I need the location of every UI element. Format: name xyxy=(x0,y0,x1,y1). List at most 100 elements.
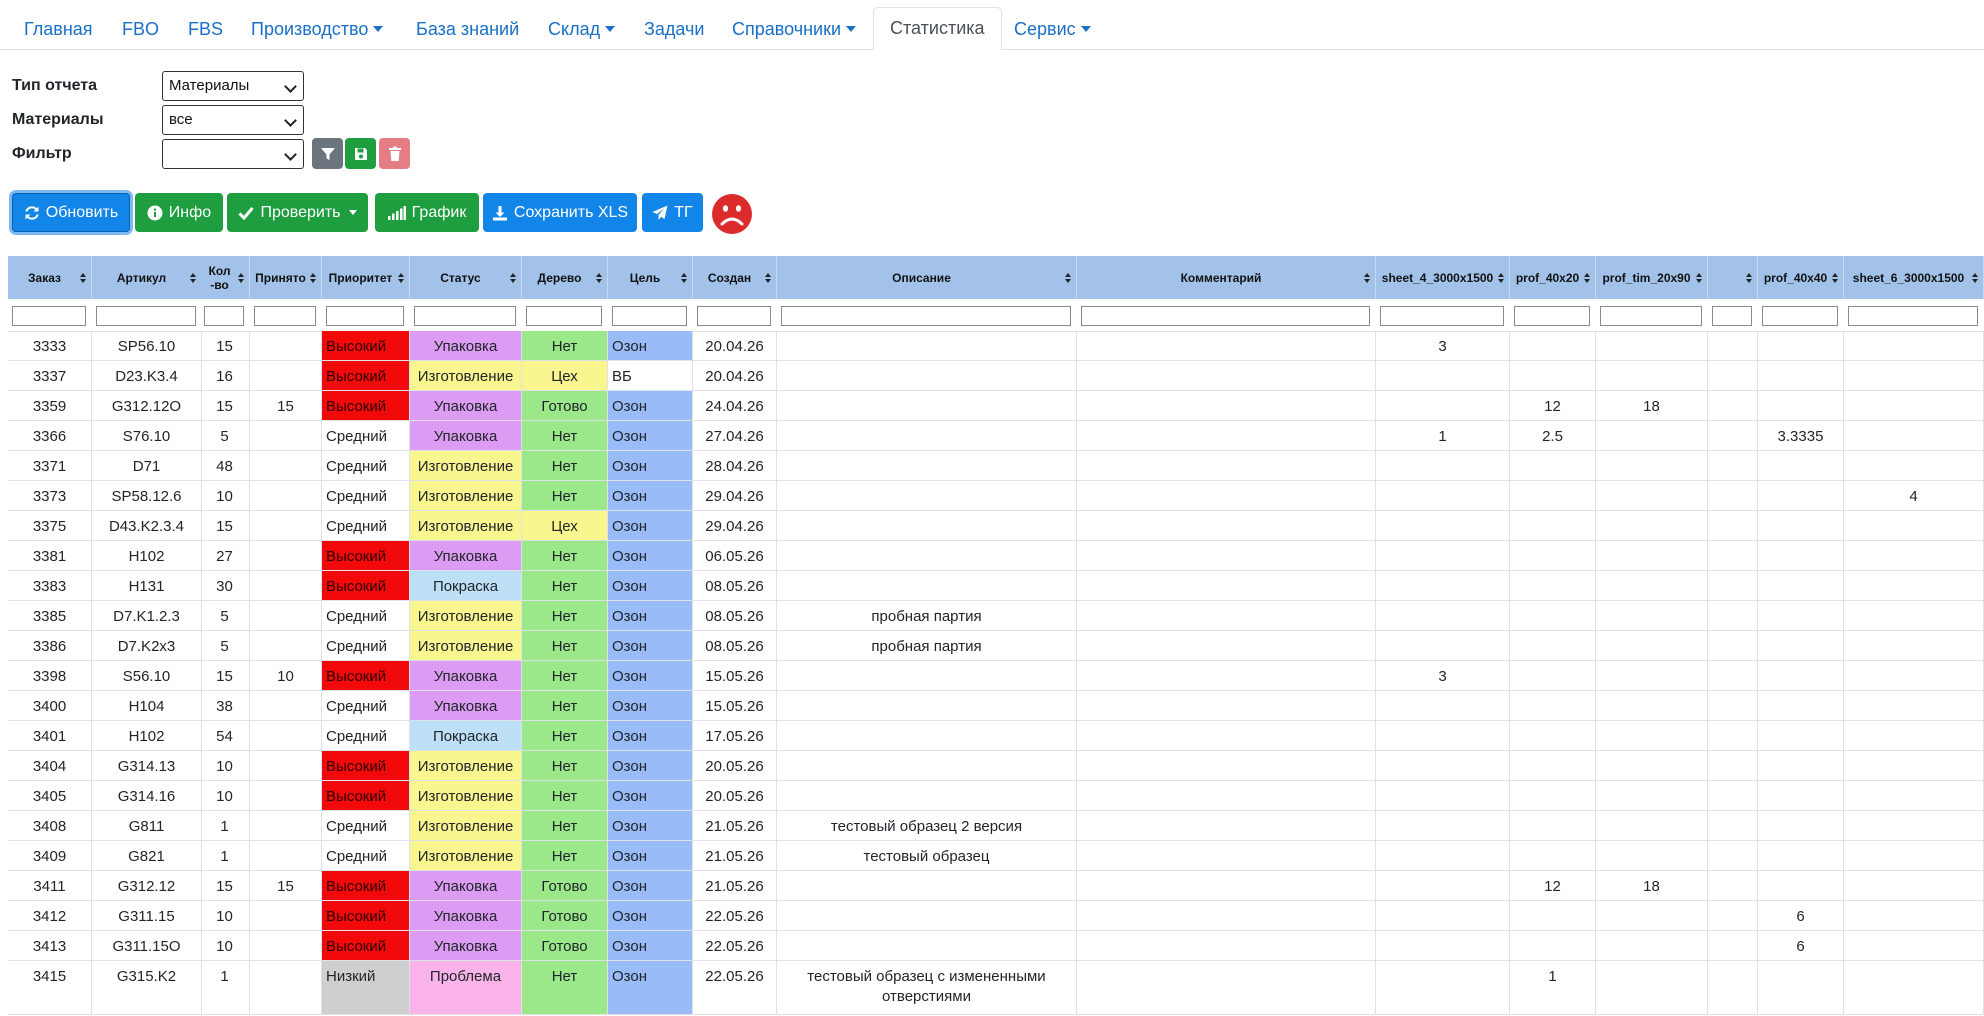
refresh-button[interactable]: Обновить xyxy=(12,193,130,232)
column-header-accepted[interactable]: Принято xyxy=(250,256,322,299)
column-filter-input-order[interactable] xyxy=(12,306,86,326)
column-header-article[interactable]: Артикул xyxy=(92,256,202,299)
check-dropdown-button[interactable]: Проверить xyxy=(227,193,368,232)
column-header-sheet-6[interactable]: sheet_6_3000x1500 xyxy=(1844,256,1984,299)
apply-filter-button[interactable] xyxy=(312,138,343,169)
table-row[interactable]: 3405 G314.16 10 Высокий Изготовление Нет Озон 2… xyxy=(8,781,1984,811)
column-filter-input-prof-40x20[interactable] xyxy=(1514,306,1590,326)
cell-accepted xyxy=(250,541,322,571)
table-row[interactable]: 3409 G821 1 Средний Изготовление Нет Озон 21.05… xyxy=(8,841,1984,871)
table-row[interactable]: 3337 D23.K3.4 16 Высокий Изготовление Цех ВБ 20… xyxy=(8,361,1984,391)
column-filter-input-article[interactable] xyxy=(96,306,196,326)
column-header-blank[interactable] xyxy=(1708,256,1758,299)
materials-select[interactable]: все xyxy=(162,105,304,135)
column-header-prof-tim-20x90[interactable]: prof_tim_20x90 xyxy=(1596,256,1708,299)
cell-priority: Высокий xyxy=(322,901,410,931)
cell-description xyxy=(777,721,1077,751)
nav-fbs[interactable]: FBS xyxy=(176,8,235,50)
column-header-priority[interactable]: Приоритет xyxy=(322,256,410,299)
trash-icon xyxy=(388,146,401,161)
column-filter-input-prof-40x40[interactable] xyxy=(1762,306,1838,326)
cell-blank xyxy=(1708,781,1758,811)
save-filter-button[interactable] xyxy=(345,138,376,169)
nav-knowledge-base[interactable]: База знаний xyxy=(404,8,531,50)
table-row[interactable]: 3411 G312.12 15 15 Высокий Упаковка Готово Озон… xyxy=(8,871,1984,901)
table-row[interactable]: 3371 D71 48 Средний Изготовление Нет Озон 28.04… xyxy=(8,451,1984,481)
column-filter-input-tree[interactable] xyxy=(526,306,602,326)
telegram-button[interactable]: ТГ xyxy=(642,193,703,232)
info-button[interactable]: Инфо xyxy=(135,193,223,232)
column-header-label: Статус xyxy=(440,270,481,285)
cell-order: 3405 xyxy=(8,781,92,811)
column-filter-input-sheet-6[interactable] xyxy=(1848,306,1978,326)
column-header-prof-40x20[interactable]: prof_40x20 xyxy=(1510,256,1596,299)
table-row[interactable]: 3400 H104 38 Средний Упаковка Нет Озон 15.05.26 xyxy=(8,691,1984,721)
table-row[interactable]: 3385 D7.K1.2.3 5 Средний Изготовление Нет Озон… xyxy=(8,601,1984,631)
materials-value: все xyxy=(169,111,193,128)
column-filter-input-accepted[interactable] xyxy=(254,306,316,326)
column-header-qty[interactable]: Кол-во xyxy=(200,256,250,299)
cell-sheet-6 xyxy=(1844,451,1984,481)
column-filter-input-description[interactable] xyxy=(781,306,1071,326)
table-row[interactable]: 3404 G314.13 10 Высокий Изготовление Нет Озон 2… xyxy=(8,751,1984,781)
cell-status: Изготовление xyxy=(410,751,522,781)
table-row[interactable]: 3366 S76.10 5 Средний Упаковка Нет Озон 27.04.2… xyxy=(8,421,1984,451)
table-row[interactable]: 3413 G311.15О 10 Высокий Упаковка Готово Озон 2… xyxy=(8,931,1984,961)
column-filter-input-created[interactable] xyxy=(697,306,771,326)
table-row[interactable]: 3415 G315.K2 1 Низкий Проблема Нет Озон 22.05.2… xyxy=(8,961,1984,1015)
table-row[interactable]: 3383 H131 30 Высокий Покраска Нет Озон 08.05.26 xyxy=(8,571,1984,601)
report-type-select[interactable]: Материалы xyxy=(162,71,304,101)
column-header-status[interactable]: Статус xyxy=(410,256,522,299)
column-filter-input-priority[interactable] xyxy=(326,306,404,326)
table-row[interactable]: 3359 G312.12О 15 15 Высокий Упаковка Готово Озо… xyxy=(8,391,1984,421)
column-header-comment[interactable]: Комментарий xyxy=(1077,256,1376,299)
table-row[interactable]: 3398 S56.10 15 10 Высокий Упаковка Нет Озон 15.0… xyxy=(8,661,1984,691)
column-header-prof-40x40[interactable]: prof_40x40 xyxy=(1758,256,1844,299)
chart-button[interactable]: График xyxy=(375,193,479,232)
column-header-created[interactable]: Создан xyxy=(693,256,777,299)
delete-filter-button[interactable] xyxy=(379,138,410,169)
nav-references[interactable]: Справочники xyxy=(720,8,868,50)
nav-warehouse[interactable]: Склад xyxy=(536,8,627,50)
cell-created: 24.04.26 xyxy=(693,391,777,421)
nav-statistics[interactable]: Статистика xyxy=(873,7,1002,50)
column-filter-input-comment[interactable] xyxy=(1081,306,1370,326)
cell-status: Упаковка xyxy=(410,901,522,931)
cell-created: 20.05.26 xyxy=(693,751,777,781)
cell-order: 3359 xyxy=(8,391,92,421)
column-header-tree[interactable]: Дерево xyxy=(522,256,608,299)
column-header-order[interactable]: Заказ xyxy=(8,256,92,299)
table-row[interactable]: 3386 D7.K2x3 5 Средний Изготовление Нет Озон 08… xyxy=(8,631,1984,661)
table-row[interactable]: 3373 SP58.12.6 10 Средний Изготовление Нет Озо… xyxy=(8,481,1984,511)
column-filter-input-blank[interactable] xyxy=(1712,306,1752,326)
cell-prof-40x20 xyxy=(1510,541,1596,571)
table-row[interactable]: 3412 G311.15 10 Высокий Упаковка Готово Озон 22… xyxy=(8,901,1984,931)
table-row[interactable]: 3381 H102 27 Высокий Упаковка Нет Озон 06.05.26 xyxy=(8,541,1984,571)
column-header-label: Кол-во xyxy=(208,263,231,292)
column-filter-input-status[interactable] xyxy=(414,306,516,326)
table-row[interactable]: 3333 SP56.10 15 Высокий Упаковка Нет Озон 20.04… xyxy=(8,331,1984,361)
sort-icon xyxy=(80,273,86,283)
cell-target: Озон xyxy=(608,391,693,421)
table-row[interactable]: 3375 D43.K2.3.4 15 Средний Изготовление Цех Оз… xyxy=(8,511,1984,541)
table-row[interactable]: 3408 G811 1 Средний Изготовление Нет Озон 21.05… xyxy=(8,811,1984,841)
column-header-sheet-4[interactable]: sheet_4_3000x1500 xyxy=(1376,256,1510,299)
column-filter-input-qty[interactable] xyxy=(204,306,244,326)
column-header-target[interactable]: Цель xyxy=(608,256,693,299)
table-row[interactable]: 3401 H102 54 Средний Покраска Нет Озон 17.05.26 xyxy=(8,721,1984,751)
nav-production[interactable]: Производство xyxy=(239,8,395,50)
nav-home[interactable]: Главная xyxy=(12,8,105,50)
cell-sheet-4: 3 xyxy=(1376,331,1510,361)
column-filter-input-prof-tim-20x90[interactable] xyxy=(1600,306,1702,326)
nav-service[interactable]: Сервис xyxy=(1002,8,1103,50)
column-header-description[interactable]: Описание xyxy=(777,256,1077,299)
filter-select[interactable] xyxy=(162,139,304,169)
cell-priority: Средний xyxy=(322,811,410,841)
column-filter-input-sheet-4[interactable] xyxy=(1380,306,1504,326)
save-xls-button[interactable]: Сохранить XLS xyxy=(483,193,637,232)
column-filter-input-target[interactable] xyxy=(612,306,687,326)
nav-tasks[interactable]: Задачи xyxy=(632,8,716,50)
nav-fbo[interactable]: FBO xyxy=(110,8,171,50)
cell-qty: 48 xyxy=(200,451,250,481)
cell-article: G311.15О xyxy=(92,931,202,961)
